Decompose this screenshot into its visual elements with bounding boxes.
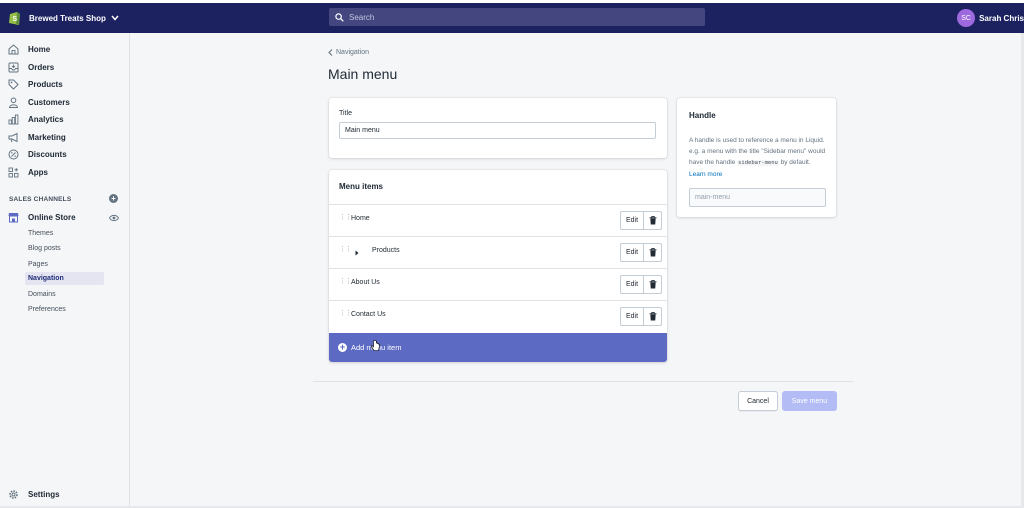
footer-divider bbox=[313, 381, 853, 382]
menu-item-row[interactable]: ⋮⋮ Products Edit bbox=[329, 236, 667, 268]
menu-item-label: Products bbox=[372, 247, 400, 254]
menu-item-label: Contact Us bbox=[351, 311, 386, 318]
hand-cursor-icon bbox=[371, 340, 380, 351]
sidebar-item-customers[interactable]: Customers bbox=[8, 95, 70, 109]
eye-icon[interactable] bbox=[109, 214, 119, 222]
delete-button[interactable] bbox=[643, 307, 662, 326]
handle-heading: Handle bbox=[689, 111, 716, 120]
search-input[interactable]: Search bbox=[329, 8, 705, 26]
sidebar-item-label: Customers bbox=[28, 97, 70, 107]
user-menu[interactable]: SC Sarah Chris bbox=[957, 8, 1024, 28]
bar-chart-icon bbox=[8, 114, 19, 124]
avatar: SC bbox=[957, 9, 976, 27]
breadcrumb-label: Navigation bbox=[336, 49, 370, 56]
breadcrumb[interactable]: Navigation bbox=[328, 49, 369, 56]
page-title: Main menu bbox=[328, 66, 398, 82]
sidebar-item-label: Orders bbox=[28, 62, 55, 72]
edit-button[interactable]: Edit bbox=[620, 243, 644, 262]
menu-item-row[interactable]: ⋮⋮ Contact Us Edit bbox=[329, 300, 667, 332]
store-name: Brewed Treats Shop bbox=[29, 13, 106, 23]
sidebar-item-label: Products bbox=[28, 79, 63, 89]
sidebar-subitem-pages[interactable]: Pages bbox=[25, 258, 104, 271]
sidebar-item-settings[interactable]: Settings bbox=[8, 487, 60, 501]
svg-text:S: S bbox=[13, 16, 18, 23]
menu-item-row[interactable]: ⋮⋮ Home Edit bbox=[329, 204, 667, 236]
title-field[interactable]: Main menu bbox=[339, 122, 656, 139]
handle-example-code: sidebar-menu bbox=[737, 160, 779, 166]
menu-item-label: Home bbox=[351, 215, 370, 222]
edit-button[interactable]: Edit bbox=[620, 307, 644, 326]
handle-description: A handle is used to reference a menu in … bbox=[689, 135, 829, 180]
search-placeholder: Search bbox=[349, 12, 375, 22]
user-name: Sarah Chris bbox=[979, 13, 1024, 23]
sidebar-item-home[interactable]: Home bbox=[8, 42, 50, 56]
orders-icon bbox=[8, 62, 19, 72]
person-icon bbox=[8, 97, 19, 108]
sidebar-subitem-themes[interactable]: Themes bbox=[25, 227, 104, 240]
sidebar-item-analytics[interactable]: Analytics bbox=[8, 112, 64, 126]
trash-icon bbox=[649, 280, 656, 289]
store-switcher[interactable]: S Brewed Treats Shop bbox=[8, 8, 119, 28]
sidebar-item-discounts[interactable]: Discounts bbox=[8, 147, 67, 161]
sidebar: Home Orders Products Customers Analytics… bbox=[0, 33, 130, 508]
handle-field[interactable]: main-menu bbox=[689, 188, 826, 207]
menu-item-label: About Us bbox=[351, 279, 380, 286]
cancel-button[interactable]: Cancel bbox=[738, 391, 778, 411]
sidebar-item-label: Analytics bbox=[28, 114, 64, 124]
top-bar: S Brewed Treats Shop Search SC Sarah Chr… bbox=[0, 0, 1024, 33]
sidebar-item-label: Discounts bbox=[28, 149, 67, 159]
gear-icon bbox=[9, 489, 18, 499]
discount-icon bbox=[8, 149, 19, 159]
sales-channels-label: SALES CHANNELS bbox=[9, 196, 72, 203]
edit-button[interactable]: Edit bbox=[620, 275, 644, 294]
shopify-logo-icon: S bbox=[9, 12, 20, 25]
home-icon bbox=[8, 43, 19, 54]
sidebar-subitem-preferences[interactable]: Preferences bbox=[25, 303, 104, 316]
delete-button[interactable] bbox=[643, 243, 662, 262]
sidebar-item-label: Settings bbox=[28, 489, 60, 499]
sidebar-subitem-navigation[interactable]: Navigation bbox=[25, 272, 104, 285]
sidebar-item-apps[interactable]: Apps bbox=[8, 165, 48, 179]
plus-circle-icon: + bbox=[338, 342, 347, 352]
sales-channels-heading: SALES CHANNELS + bbox=[9, 194, 120, 203]
learn-more-link[interactable]: Learn more bbox=[689, 171, 722, 178]
caret-right-icon[interactable] bbox=[355, 250, 359, 256]
title-label: Title bbox=[339, 110, 352, 117]
sidebar-subitem-domains[interactable]: Domains bbox=[25, 288, 104, 301]
megaphone-icon bbox=[8, 132, 18, 142]
trash-icon bbox=[649, 216, 656, 225]
handle-description-text-2: by default. bbox=[780, 159, 811, 166]
drag-handle-icon[interactable]: ⋮⋮ bbox=[339, 246, 352, 256]
menu-items-heading: Menu items bbox=[339, 182, 384, 191]
apps-icon bbox=[8, 167, 19, 177]
trash-icon bbox=[649, 248, 656, 257]
drag-handle-icon[interactable]: ⋮⋮ bbox=[339, 310, 352, 320]
sidebar-item-label: Marketing bbox=[28, 132, 66, 142]
save-menu-button[interactable]: Save menu bbox=[782, 391, 837, 411]
sidebar-item-label: Online Store bbox=[28, 212, 76, 222]
menu-item-row[interactable]: ⋮⋮ About Us Edit bbox=[329, 268, 667, 300]
trash-icon bbox=[649, 312, 656, 321]
tag-icon bbox=[8, 79, 19, 90]
sidebar-item-online-store[interactable]: Online Store bbox=[8, 210, 76, 224]
store-icon bbox=[8, 212, 19, 222]
delete-button[interactable] bbox=[643, 275, 662, 294]
sidebar-item-label: Home bbox=[28, 44, 51, 54]
sidebar-item-label: Apps bbox=[28, 167, 48, 177]
delete-button[interactable] bbox=[643, 211, 662, 230]
sidebar-subitem-blog-posts[interactable]: Blog posts bbox=[25, 242, 104, 255]
drag-handle-icon[interactable]: ⋮⋮ bbox=[339, 278, 352, 288]
search-icon bbox=[335, 12, 344, 22]
chevron-down-icon bbox=[111, 15, 119, 21]
edit-button[interactable]: Edit bbox=[620, 211, 644, 230]
sidebar-item-orders[interactable]: Orders bbox=[8, 60, 54, 74]
sidebar-item-marketing[interactable]: Marketing bbox=[8, 130, 66, 144]
add-sales-channel-icon[interactable]: + bbox=[109, 194, 118, 203]
drag-handle-icon[interactable]: ⋮⋮ bbox=[339, 214, 352, 224]
sidebar-item-products[interactable]: Products bbox=[8, 77, 63, 91]
chevron-left-icon bbox=[328, 49, 333, 56]
